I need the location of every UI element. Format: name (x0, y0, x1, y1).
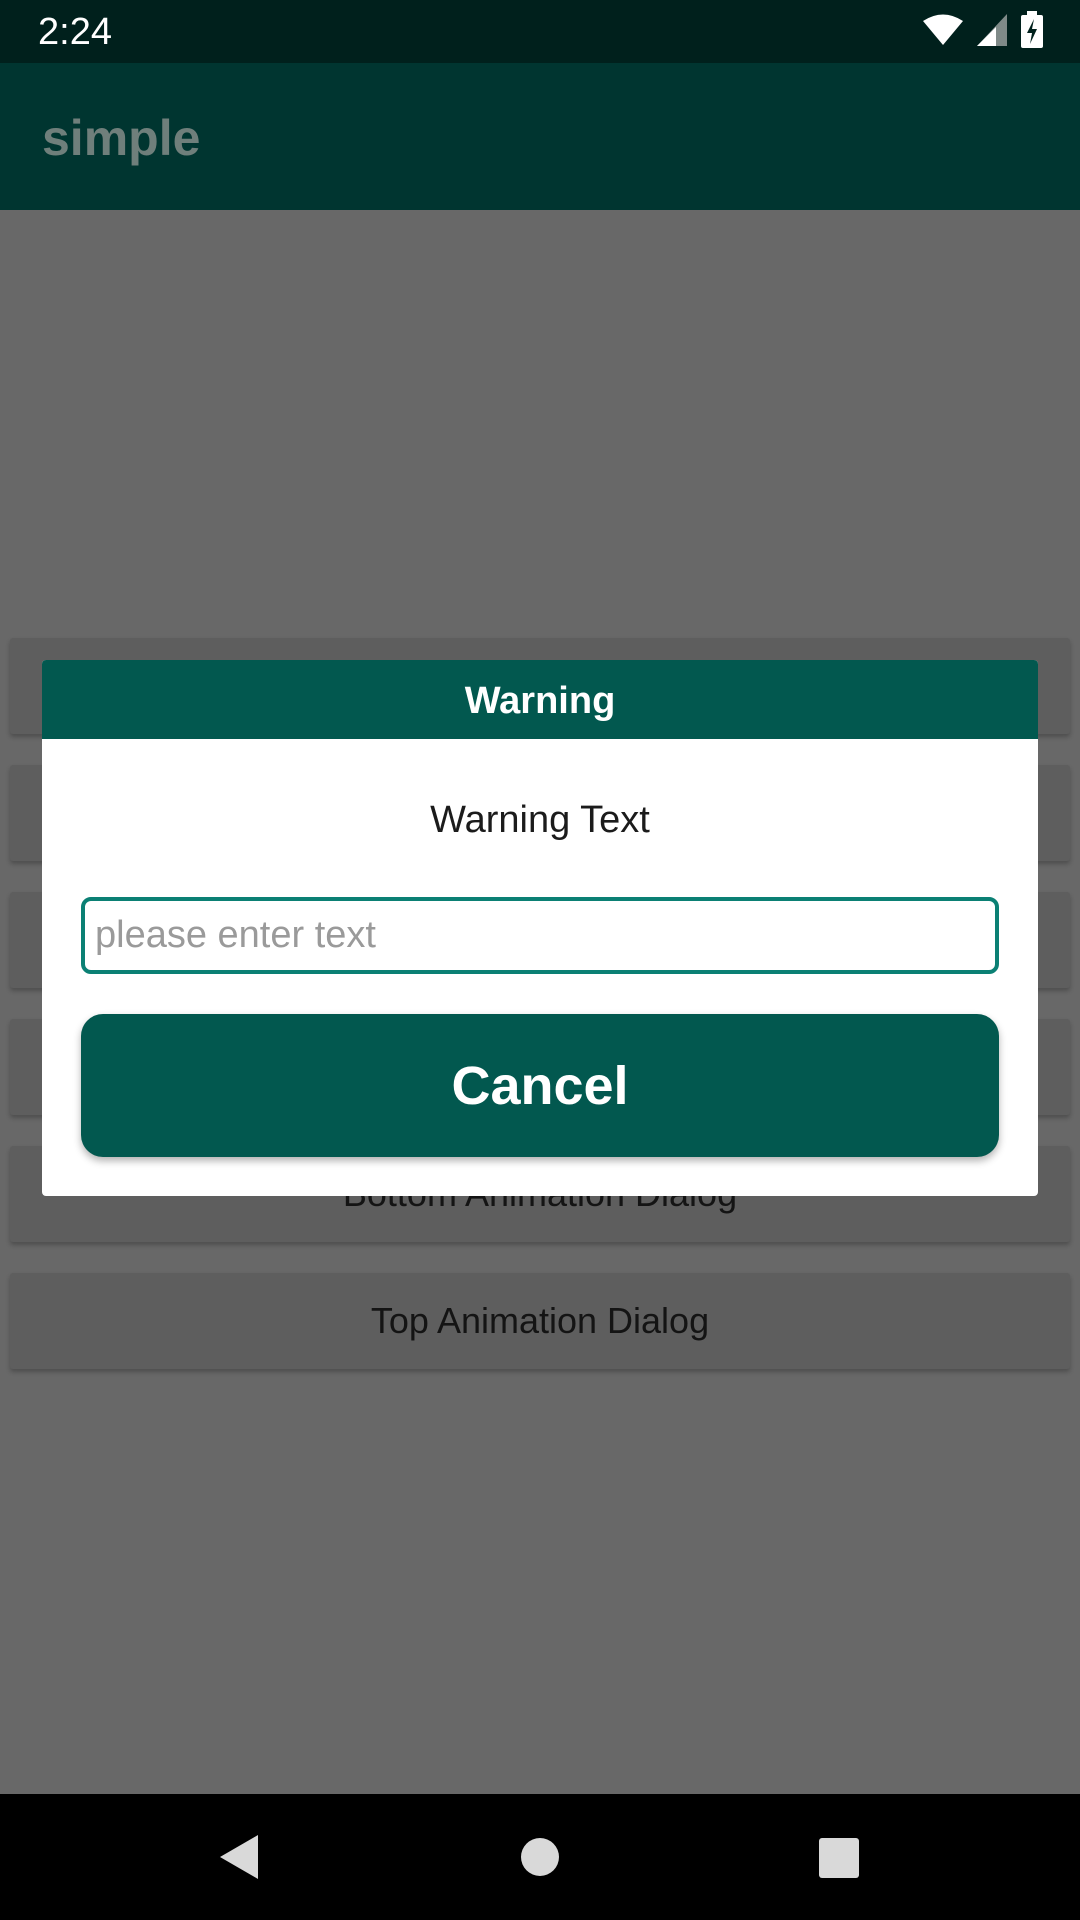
app-title: simple (42, 110, 201, 166)
cancel-button[interactable]: Cancel (81, 1014, 999, 1157)
recents-icon[interactable] (808, 1827, 868, 1887)
wifi-icon (922, 14, 964, 51)
app-bar: simple (0, 63, 1080, 210)
signal-icon (976, 13, 1008, 52)
back-icon[interactable] (210, 1827, 270, 1887)
warning-dialog: Warning Warning Text Cancel (42, 660, 1038, 1196)
dialog-text-input[interactable] (81, 897, 999, 974)
status-time: 2:24 (38, 11, 112, 53)
top-animation-dialog-button[interactable]: Top Animation Dialog (10, 1273, 1070, 1369)
navigation-bar (0, 1794, 1080, 1920)
battery-charging-icon (1020, 10, 1044, 54)
status-icons (922, 10, 1044, 54)
dialog-title: Warning (42, 660, 1038, 739)
home-icon[interactable] (510, 1827, 570, 1887)
dialog-message: Warning Text (430, 799, 650, 841)
status-bar: 2:24 (0, 0, 1080, 63)
